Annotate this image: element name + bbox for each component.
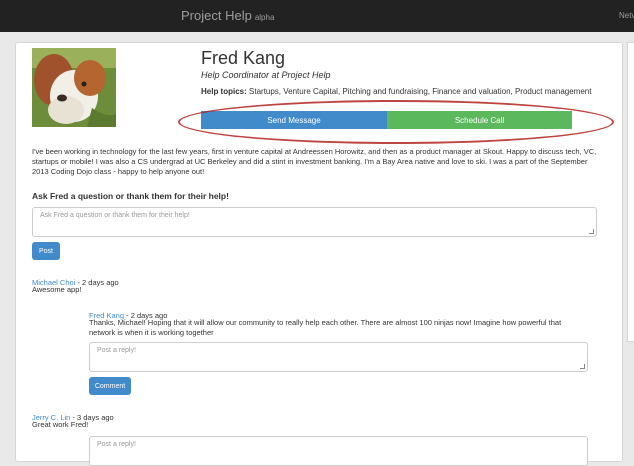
profile-name: Fred Kang: [201, 48, 286, 68]
comment-time: - 2 days ago: [75, 278, 119, 287]
annotation-ellipse: [178, 100, 614, 144]
profile-role: Help Coordinator at Project Help: [201, 70, 331, 80]
help-topics-list: Startups, Venture Capital, Pitching and …: [249, 87, 592, 96]
alpha-badge: alpha: [254, 13, 275, 22]
post-button[interactable]: Post: [32, 242, 60, 260]
comment-button[interactable]: Comment: [89, 377, 131, 395]
nav-link[interactable]: Netv: [619, 11, 634, 20]
ask-question-textarea[interactable]: Ask Fred a question or thank them for th…: [32, 207, 597, 237]
comment-text: Great work Fred!: [32, 420, 89, 429]
ask-placeholder: Ask Fred a question or thank them for th…: [40, 212, 190, 219]
reply-placeholder: Post a reply!: [97, 347, 136, 354]
top-navbar: Project Help alpha Netv: [0, 0, 634, 32]
reply-textarea[interactable]: Post a reply!: [89, 436, 588, 466]
reply-text: Thanks, Michael! Hoping that it will all…: [89, 318, 562, 337]
ask-heading: Ask Fred a question or thank them for th…: [32, 191, 229, 201]
profile-bio: I've been working in technology for the …: [32, 147, 597, 176]
reply-textarea[interactable]: Post a reply!: [89, 342, 588, 372]
comment-text: Awesome app!: [32, 285, 82, 294]
resize-handle-icon[interactable]: [589, 229, 594, 234]
resize-handle-icon[interactable]: [580, 364, 585, 369]
profile-avatar: [32, 48, 116, 127]
side-panel: [627, 42, 634, 342]
help-topics: Help topics: Startups, Venture Capital, …: [201, 87, 591, 96]
help-topics-label: Help topics:: [201, 87, 247, 96]
reply-placeholder: Post a reply!: [97, 441, 136, 448]
dog-photo-icon: [32, 48, 116, 127]
brand-link[interactable]: Project Help alpha: [181, 8, 274, 23]
